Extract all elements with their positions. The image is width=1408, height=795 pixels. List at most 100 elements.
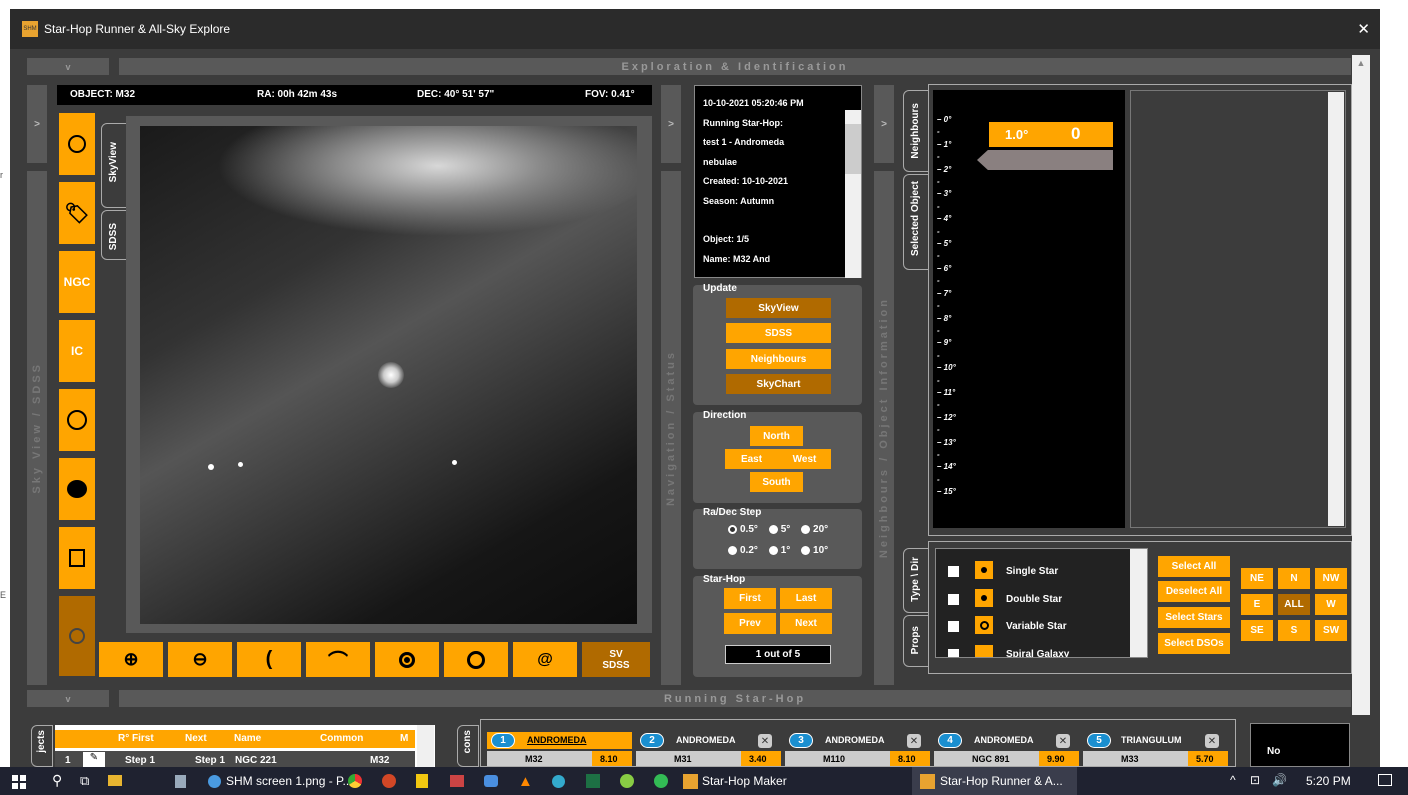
zoom-in-button[interactable]: ⊕: [99, 642, 163, 677]
table-row[interactable]: 1 ✎ Step 1 Step 1 NGC 221 M32: [55, 751, 415, 767]
radio-20[interactable]: 20°: [801, 524, 828, 535]
vlc-icon[interactable]: ▲: [518, 773, 533, 790]
notification-icon[interactable]: [1378, 774, 1392, 786]
last-button[interactable]: Last: [780, 588, 832, 609]
remove-hop-icon[interactable]: ✕: [1056, 734, 1070, 748]
powerpoint-icon[interactable]: [382, 774, 396, 788]
variable-star-checkbox[interactable]: [948, 621, 959, 632]
tab-sdss[interactable]: SDSS: [101, 210, 127, 260]
skychart-update-button[interactable]: SkyChart: [726, 374, 831, 394]
skyview-update-button[interactable]: SkyView: [726, 298, 831, 318]
excel-icon[interactable]: [586, 774, 600, 788]
deselect-all-button[interactable]: Deselect All: [1158, 581, 1230, 602]
palette-button[interactable]: [59, 458, 95, 520]
globe-button[interactable]: [59, 389, 95, 451]
chrome-icon[interactable]: [348, 774, 362, 788]
dir-all-button[interactable]: ALL: [1278, 594, 1310, 615]
hop-item-5[interactable]: 5 TRIANGULUM ✕ M33 5.70: [1083, 732, 1228, 766]
powerbi-icon[interactable]: [416, 774, 428, 788]
ic-button[interactable]: IC: [59, 320, 95, 382]
double-star-checkbox[interactable]: [948, 594, 959, 605]
dir-n-button[interactable]: N: [1278, 568, 1310, 589]
film-button[interactable]: [59, 527, 95, 589]
tray-chevron-icon[interactable]: ^: [1230, 773, 1236, 787]
north-button[interactable]: North: [750, 426, 803, 446]
dir-e-button[interactable]: E: [1241, 594, 1273, 615]
radio-10[interactable]: 10°: [801, 545, 828, 556]
taskbar-item-maker[interactable]: Star-Hop Maker: [702, 774, 787, 788]
hop-item-3[interactable]: 3 ANDROMEDA ✕ M110 8.10: [785, 732, 930, 766]
tab-selected-object[interactable]: Selected Object: [903, 174, 929, 270]
tab-skyview[interactable]: SkyView: [101, 123, 127, 208]
taskbar-item-paint[interactable]: SHM screen 1.png - P...: [226, 774, 353, 788]
network-icon[interactable]: ⊡: [1250, 773, 1260, 787]
taskbar-item-runner[interactable]: Star-Hop Runner & A...: [940, 774, 1063, 788]
expand-nav-button[interactable]: >: [661, 85, 681, 163]
west-button[interactable]: West: [778, 449, 831, 469]
search-icon[interactable]: ⚲: [52, 772, 62, 789]
paint-icon[interactable]: [208, 775, 221, 788]
next-button[interactable]: Next: [780, 613, 832, 634]
clock[interactable]: 5:20 PM: [1306, 774, 1351, 788]
notes-icon[interactable]: [175, 775, 186, 788]
east-button[interactable]: East: [725, 449, 778, 469]
task-view-icon[interactable]: ⧉: [80, 773, 89, 789]
status-scrollbar[interactable]: [845, 110, 861, 278]
star-hop-runner-icon[interactable]: [920, 774, 935, 789]
star-hop-maker-icon[interactable]: [683, 774, 698, 789]
rotate-left-button[interactable]: (: [237, 642, 301, 677]
remove-hop-icon[interactable]: ✕: [907, 734, 921, 748]
collapse-bottom-button[interactable]: v: [27, 690, 109, 707]
center-button[interactable]: [375, 642, 439, 677]
expand-left-button[interactable]: >: [27, 85, 47, 163]
zoom-out-button[interactable]: ⊖: [168, 642, 232, 677]
tab-props[interactable]: Props: [903, 615, 929, 667]
scale-value-box[interactable]: 1.0° 0: [989, 122, 1113, 147]
hop-item-4[interactable]: 4 ANDROMEDA ✕ NGC 891 9.90: [934, 732, 1079, 766]
close-button[interactable]: ✕: [1357, 20, 1370, 38]
hop-item-1[interactable]: 1 ANDROMEDA M32 8.10: [487, 732, 632, 766]
tab-type-dir[interactable]: Type \ Dir: [903, 548, 929, 613]
radio-5[interactable]: 5°: [768, 524, 790, 535]
radio-0-2[interactable]: 0.2°: [728, 545, 758, 556]
target-button[interactable]: [59, 113, 95, 175]
tab-neighbours[interactable]: Neighbours: [903, 90, 929, 172]
neighbours-update-button[interactable]: Neighbours: [726, 349, 831, 369]
app-icon-red[interactable]: [450, 775, 464, 787]
dir-sw-button[interactable]: SW: [1315, 620, 1347, 641]
scrollbar[interactable]: [1352, 55, 1370, 715]
expand-neighbours-button[interactable]: >: [874, 85, 894, 163]
tab-objects[interactable]: jects: [31, 725, 53, 767]
sky-image[interactable]: [140, 126, 637, 624]
select-stars-button[interactable]: Select Stars: [1158, 607, 1230, 628]
south-button[interactable]: South: [750, 472, 803, 492]
sv-sdss-button[interactable]: SV SDSS: [582, 642, 650, 677]
select-all-button[interactable]: Select All: [1158, 556, 1230, 577]
single-star-checkbox[interactable]: [948, 566, 959, 577]
first-button[interactable]: First: [724, 588, 776, 609]
scale-slider[interactable]: [977, 150, 1113, 170]
sdss-update-button[interactable]: SDSS: [726, 323, 831, 343]
edge-icon[interactable]: [552, 775, 565, 788]
spiral-galaxy-checkbox[interactable]: [948, 649, 959, 657]
file-explorer-icon[interactable]: [108, 775, 122, 786]
type-scrollbar[interactable]: [1130, 549, 1147, 657]
rotate-button[interactable]: ⌒: [306, 642, 370, 677]
dir-nw-button[interactable]: NW: [1315, 568, 1347, 589]
dir-w-button[interactable]: W: [1315, 594, 1347, 615]
scroll-up-arrow-icon[interactable]: ▲: [1353, 56, 1369, 70]
circle-button[interactable]: [444, 642, 508, 677]
radio-1[interactable]: 1°: [768, 545, 790, 556]
app-icon-green[interactable]: [620, 774, 634, 788]
tag-button[interactable]: 🏷: [59, 182, 95, 244]
hop-item-2[interactable]: 2 ANDROMEDA ✕ M31 3.40: [636, 732, 781, 766]
collapse-top-button[interactable]: v: [27, 58, 109, 75]
spiral-button[interactable]: @: [513, 642, 577, 677]
ngc-button[interactable]: NGC: [59, 251, 95, 313]
remove-hop-icon[interactable]: ✕: [1205, 734, 1219, 748]
select-dsos-button[interactable]: Select DSOs: [1158, 633, 1230, 654]
table-scrollbar[interactable]: [417, 725, 434, 767]
prev-button[interactable]: Prev: [724, 613, 776, 634]
dir-s-button[interactable]: S: [1278, 620, 1310, 641]
dir-se-button[interactable]: SE: [1241, 620, 1273, 641]
